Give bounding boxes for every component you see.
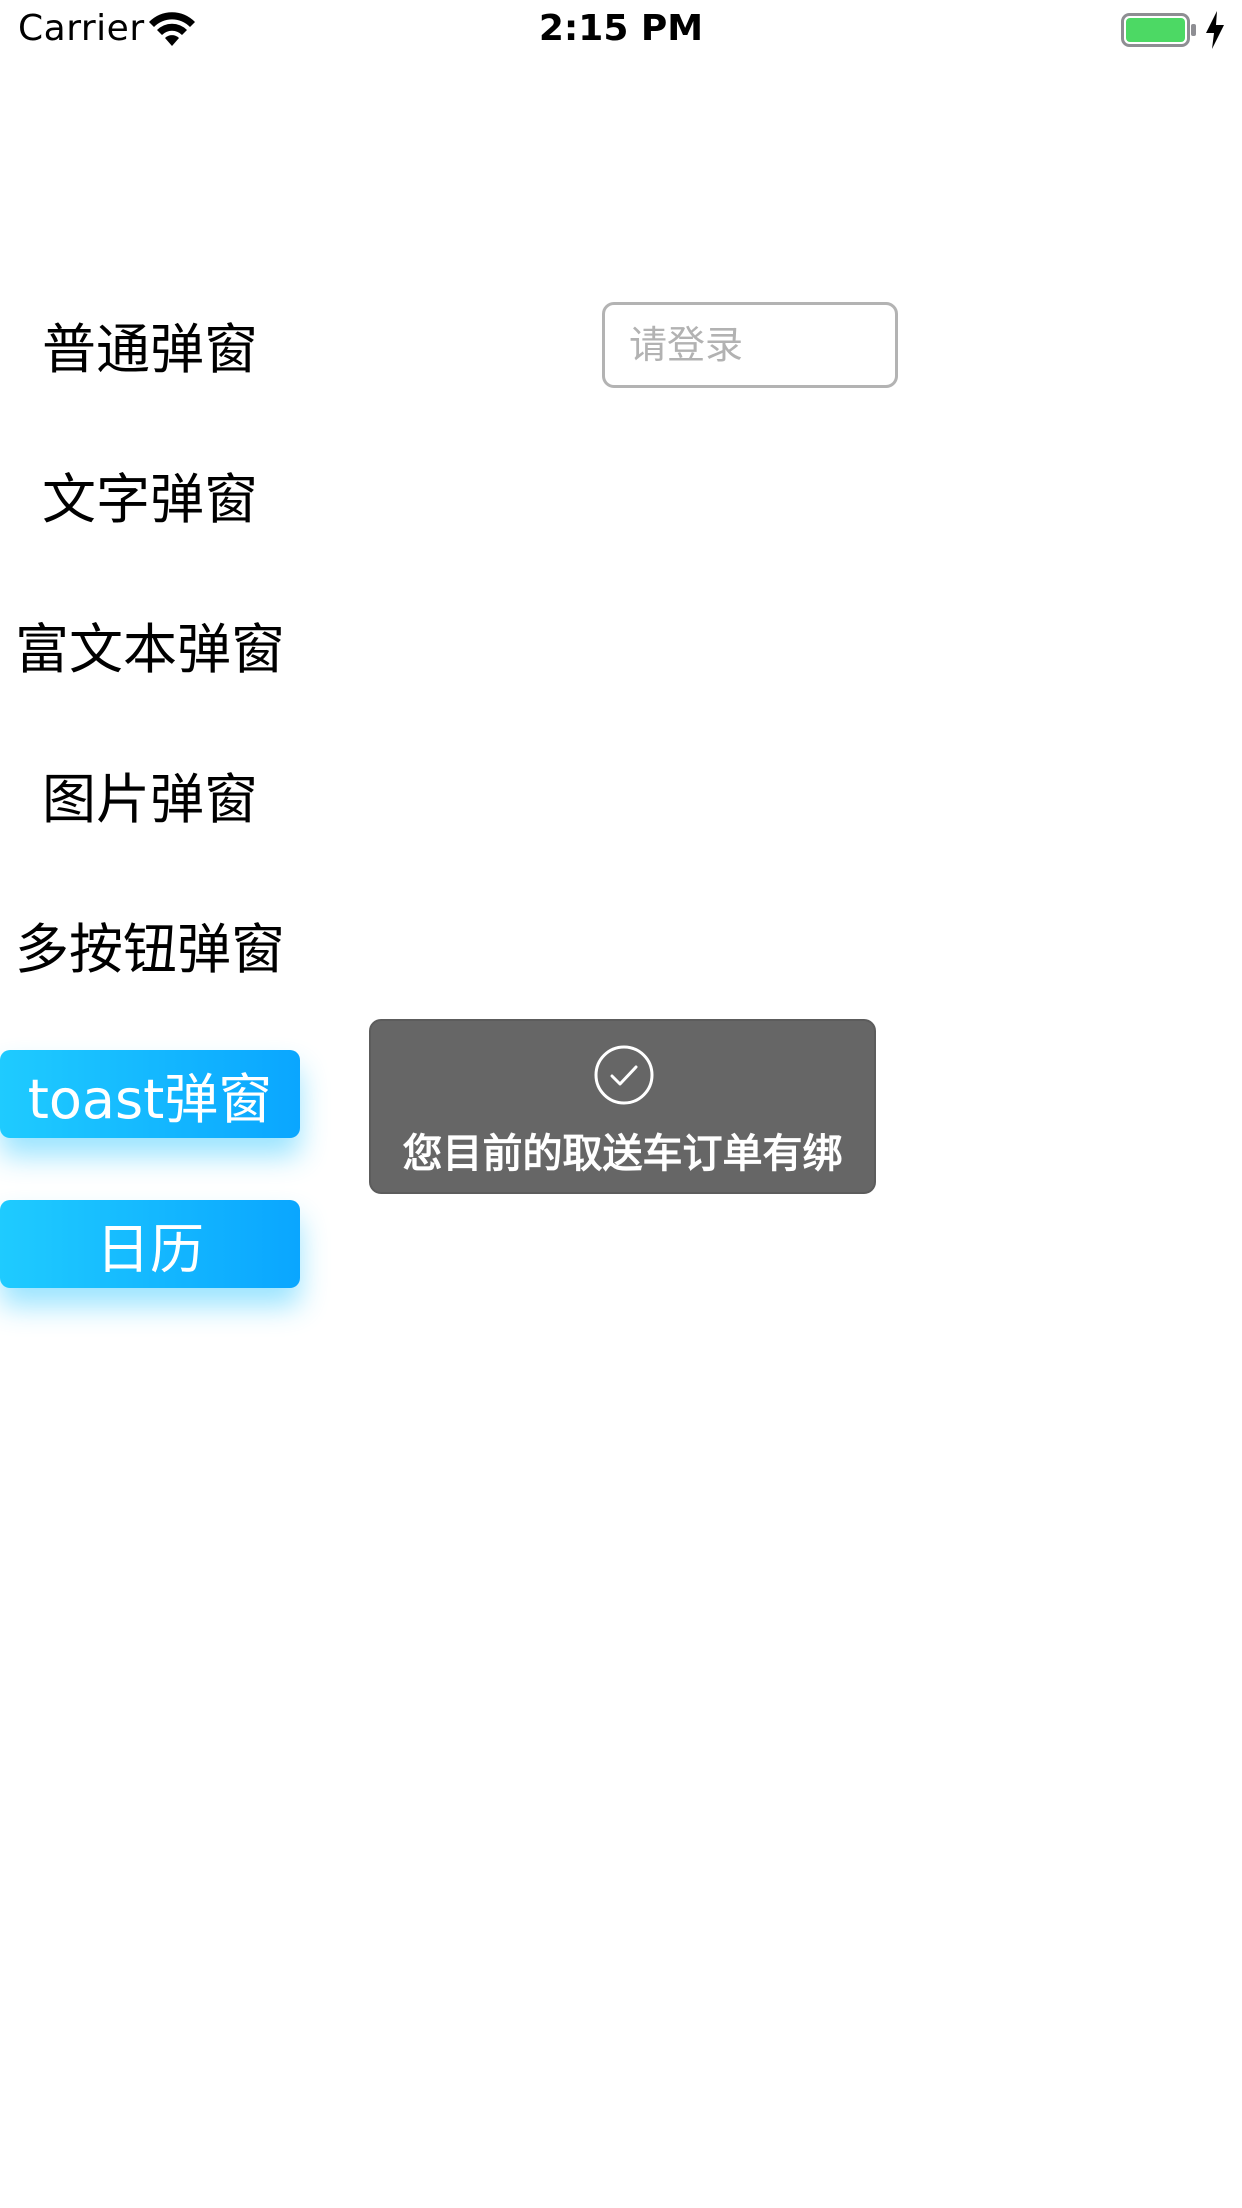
status-bar: Carrier 2:15 PM	[0, 0, 1242, 60]
normal-popup-button[interactable]: 普通弹窗	[0, 300, 300, 388]
toast-popup-button[interactable]: toast弹窗	[0, 1050, 300, 1138]
checkmark-circle-icon	[594, 1045, 654, 1105]
battery-icon	[1121, 13, 1196, 47]
rich-text-popup-button[interactable]: 富文本弹窗	[0, 600, 300, 688]
app-screen: Carrier 2:15 PM 普通弹窗 文字弹窗 富文本弹窗 图片弹窗 多按钮…	[0, 0, 1242, 2208]
clock: 2:15 PM	[538, 8, 704, 49]
toast-message: 您目前的取送车订单有绑	[402, 1131, 843, 1177]
toast-popup: 您目前的取送车订单有绑	[369, 1019, 876, 1194]
image-popup-button[interactable]: 图片弹窗	[0, 750, 300, 838]
charging-bolt-icon	[1206, 11, 1224, 49]
calendar-button[interactable]: 日历	[0, 1200, 300, 1288]
text-popup-button[interactable]: 文字弹窗	[0, 450, 300, 538]
multi-button-popup-button[interactable]: 多按钮弹窗	[0, 900, 300, 988]
login-input[interactable]	[602, 302, 898, 388]
